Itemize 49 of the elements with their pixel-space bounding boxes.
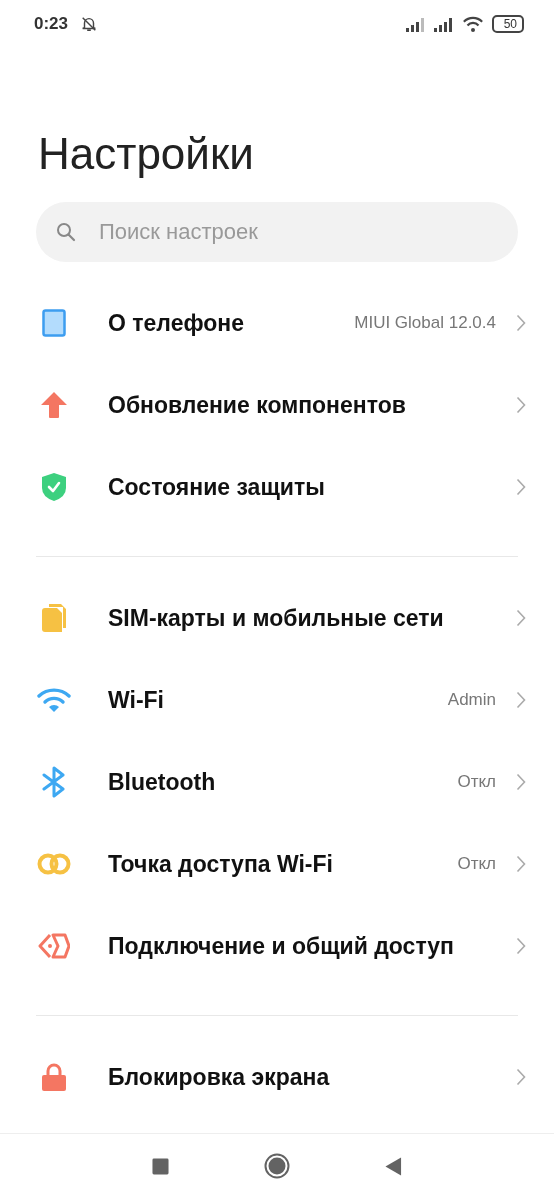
battery-icon: 50 — [491, 15, 524, 33]
item-label: Состояние защиты — [108, 473, 325, 500]
item-value: Admin — [447, 690, 496, 710]
lock-icon — [41, 1062, 67, 1092]
back-icon[interactable] — [385, 1156, 402, 1176]
bluetooth-icon — [41, 766, 67, 798]
recent-apps-icon[interactable] — [152, 1157, 169, 1175]
item-label: Bluetooth — [108, 768, 216, 795]
muted-bell-icon — [80, 15, 99, 33]
item-value: Откл — [457, 772, 496, 792]
settings-item[interactable]: SIM-карты и мобильные сети — [0, 577, 554, 659]
wifi-icon — [37, 687, 71, 713]
settings-item[interactable]: Точка доступа Wi-Fi Откл — [0, 823, 554, 905]
connection-arrows-icon — [38, 932, 70, 960]
arrow-up-icon — [40, 391, 68, 419]
chevron-right-icon — [516, 773, 526, 791]
settings-item[interactable]: Wi-Fi Admin — [0, 659, 554, 741]
settings-item[interactable]: Подключение и общий доступ — [0, 905, 554, 987]
status-time: 0:23 — [34, 14, 69, 34]
item-label: О телефоне — [108, 309, 244, 336]
wifi-icon — [461, 15, 484, 33]
settings-item[interactable]: Состояние защиты — [0, 446, 554, 528]
chevron-right-icon — [516, 855, 526, 873]
item-label: Wi-Fi — [108, 686, 164, 713]
chevron-right-icon — [516, 478, 526, 496]
item-value: MIUI Global 12.0.4 — [354, 313, 496, 333]
sim-cards-icon — [41, 603, 67, 633]
search-field[interactable]: Поиск настроек — [36, 202, 518, 262]
settings-item[interactable]: Блокировка экрана — [0, 1036, 554, 1118]
chevron-right-icon — [516, 396, 526, 414]
item-label: Блокировка экрана — [108, 1063, 330, 1090]
chevron-right-icon — [516, 1068, 526, 1086]
item-label: Точка доступа Wi-Fi — [108, 850, 333, 877]
chevron-right-icon — [516, 314, 526, 332]
home-icon[interactable] — [264, 1153, 290, 1179]
phone-icon — [42, 309, 66, 337]
linked-rings-icon — [37, 852, 71, 876]
settings-item[interactable]: Обновление компонентов — [0, 364, 554, 446]
page-title: Настройки — [38, 128, 255, 180]
chevron-right-icon — [516, 937, 526, 955]
chevron-right-icon — [516, 691, 526, 709]
item-label: SIM-карты и мобильные сети — [108, 604, 444, 631]
chevron-right-icon — [516, 609, 526, 627]
item-label: Подключение и общий доступ — [108, 932, 454, 959]
shield-check-icon — [41, 472, 67, 502]
item-value: Откл — [457, 854, 496, 874]
settings-item[interactable]: Bluetooth Откл — [0, 741, 554, 823]
item-label: Обновление компонентов — [108, 391, 406, 418]
settings-item[interactable]: О телефоне MIUI Global 12.0.4 — [0, 282, 554, 364]
